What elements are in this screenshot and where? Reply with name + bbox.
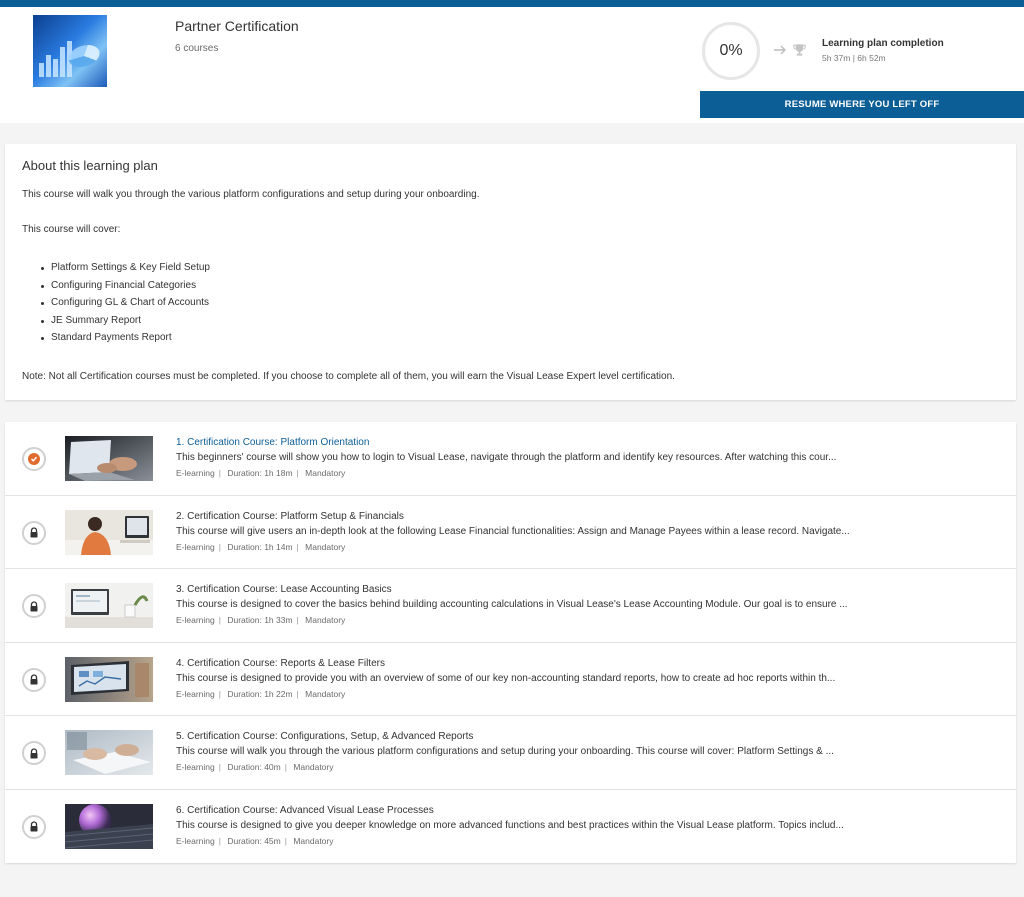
course-title[interactable]: 1. Certification Course: Platform Orient…	[176, 437, 369, 448]
course-type: E-learning	[176, 835, 215, 846]
course-meta: E-learning | Duration: 1h 22m | Mandatory	[176, 688, 346, 699]
course-requirement: Mandatory	[305, 468, 346, 478]
course-duration: Duration: 1h 22m	[227, 688, 293, 699]
course-title[interactable]: 5. Certification Course: Configurations,…	[176, 731, 473, 742]
about-topic-item: Standard Payments Report	[41, 332, 210, 350]
in-progress-status-icon	[22, 447, 46, 471]
lock-icon	[22, 741, 46, 765]
about-topic-item: Configuring Financial Categories	[41, 280, 210, 298]
course-type: E-learning	[176, 541, 215, 552]
course-description: This course will walk you through the va…	[176, 746, 834, 757]
completion-time: 5h 37m | 6h 52m	[822, 53, 886, 63]
course-title[interactable]: 4. Certification Course: Reports & Lease…	[176, 658, 385, 669]
course-duration: Duration: 1h 14m	[227, 541, 293, 552]
course-description: This beginners' course will show you how…	[176, 452, 837, 463]
course-meta: E-learning | Duration: 1h 33m | Mandatory	[176, 615, 346, 625]
course-description: This course is designed to give you deep…	[176, 819, 844, 831]
course-requirement: Mandatory	[293, 762, 334, 772]
course-requirement: Mandatory	[305, 688, 346, 699]
course-type: E-learning	[176, 468, 215, 478]
course-row[interactable]: 2. Certification Course: Platform Setup …	[5, 496, 1016, 569]
course-requirement: Mandatory	[293, 835, 334, 846]
course-title[interactable]: 6. Certification Course: Advanced Visual…	[176, 805, 434, 816]
about-note: Note: Not all Certification courses must…	[22, 371, 675, 382]
course-meta: E-learning | Duration: 1h 14m | Mandatory	[176, 541, 346, 552]
course-row[interactable]: 3. Certification Course: Lease Accountin…	[5, 569, 1016, 643]
about-title: About this learning plan	[22, 158, 158, 173]
course-description: This course will give users an in-depth …	[176, 525, 850, 537]
course-row[interactable]: 1. Certification Course: Platform Orient…	[5, 422, 1016, 496]
top-accent-bar	[0, 0, 1024, 7]
course-type: E-learning	[176, 762, 215, 772]
course-requirement: Mandatory	[305, 541, 346, 552]
course-thumbnail	[65, 509, 153, 555]
about-topic-item: JE Summary Report	[41, 315, 210, 333]
about-topic-item: Configuring GL & Chart of Accounts	[41, 297, 210, 315]
plan-title: Partner Certification	[175, 18, 299, 34]
course-duration: Duration: 1h 33m	[227, 615, 293, 625]
lock-icon	[22, 667, 46, 692]
course-title[interactable]: 2. Certification Course: Platform Setup …	[176, 511, 404, 522]
arrow-right-icon	[774, 45, 786, 55]
completion-label: Learning plan completion	[822, 38, 944, 49]
progress-percent: 0%	[719, 42, 743, 59]
course-meta: E-learning | Duration: 40m | Mandatory	[176, 762, 334, 772]
plan-thumbnail	[33, 15, 107, 87]
about-topic-item: Platform Settings & Key Field Setup	[41, 262, 210, 280]
course-type: E-learning	[176, 615, 215, 625]
course-requirement: Mandatory	[305, 615, 346, 625]
resume-button[interactable]: RESUME WHERE YOU LEFT OFF	[700, 91, 1024, 118]
course-meta: E-learning | Duration: 45m | Mandatory	[176, 835, 334, 846]
about-panel: About this learning plan This course wil…	[5, 144, 1016, 400]
course-duration: Duration: 1h 18m	[227, 468, 293, 478]
course-type: E-learning	[176, 688, 215, 699]
lock-icon	[22, 594, 46, 618]
course-list: 1. Certification Course: Platform Orient…	[5, 422, 1016, 863]
course-row[interactable]: 5. Certification Course: Configurations,…	[5, 716, 1016, 790]
course-thumbnail	[65, 656, 153, 702]
course-meta: E-learning | Duration: 1h 18m | Mandatory	[176, 468, 346, 478]
course-description: This course is designed to provide you w…	[176, 672, 836, 684]
course-thumbnail	[65, 436, 153, 481]
course-count: 6 courses	[175, 43, 219, 54]
about-topic-list: Platform Settings & Key Field Setup Conf…	[41, 262, 210, 350]
progress-circle: 0%	[702, 22, 760, 80]
course-thumbnail	[65, 730, 153, 775]
course-row[interactable]: 6. Certification Course: Advanced Visual…	[5, 790, 1016, 864]
plan-header: Partner Certification 6 courses 0% Learn…	[0, 7, 1024, 123]
course-thumbnail	[65, 583, 153, 628]
course-title[interactable]: 3. Certification Course: Lease Accountin…	[176, 584, 392, 595]
lock-icon	[22, 520, 46, 545]
course-thumbnail	[65, 803, 153, 849]
lock-icon	[22, 814, 46, 839]
about-intro: This course will walk you through the va…	[22, 189, 480, 200]
about-cover-intro: This course will cover:	[22, 224, 121, 235]
course-description: This course is designed to cover the bas…	[176, 599, 848, 610]
course-duration: Duration: 45m	[227, 835, 281, 846]
trophy-icon	[793, 44, 806, 56]
course-row[interactable]: 4. Certification Course: Reports & Lease…	[5, 643, 1016, 716]
course-duration: Duration: 40m	[227, 762, 281, 772]
